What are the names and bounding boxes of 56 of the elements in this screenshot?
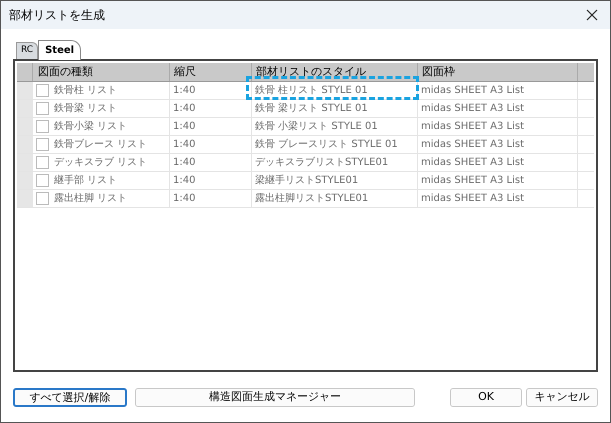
table-cell-text: 1:40 [173,84,196,98]
table-cell-text: 鉄骨梁 リスト [54,102,118,116]
checkbox[interactable] [36,120,49,133]
checkbox[interactable] [36,84,49,97]
checkbox[interactable] [36,192,49,205]
button[interactable]: OK [450,388,522,406]
table-cell-text: 梁継手リストSTYLE01 [255,174,358,188]
row-header [17,82,33,99]
table-cell-text: 1:40 [173,192,196,206]
window-title: 部材リストを生成 [9,7,105,24]
table-cell-text: 鉄骨 梁リスト STYLE 01 [255,102,368,116]
table-row[interactable]: 継手部 リスト 1:40 梁継手リストSTYLE01 midas SHEET A3 List [17,172,594,190]
button[interactable]: すべて選択/解除 [13,388,127,406]
checkbox[interactable] [36,138,49,151]
column-header: 図面の種類 [33,63,170,81]
tab[interactable]: Steel [38,40,82,60]
table-cell-text: 露出柱脚 リスト [54,192,128,206]
column-header: 縮尺 [170,63,252,81]
checkbox[interactable] [36,156,49,169]
table-cell-text: midas SHEET A3 List [421,138,524,152]
table-cell-text: 鉄骨小梁 リスト [54,120,128,134]
table-cell-text: デッキスラブリストSTYLE01 [255,156,388,170]
table-cell-text: 鉄骨 柱リスト STYLE 01 [255,84,368,98]
table-cell-text: midas SHEET A3 List [421,192,524,206]
table-cell-text: 鉄骨 ブレースリスト STYLE 01 [255,138,398,152]
table-cell-text: 鉄骨 小梁リスト STYLE 01 [255,120,378,134]
table-cell-text: 鉄骨ブレース リスト [54,138,148,152]
table-cell-text: デッキスラブ リスト [54,156,148,170]
table-row[interactable]: 鉄骨小梁 リスト 1:40 鉄骨 小梁リスト STYLE 01 midas SHEET A3 List [17,118,594,136]
button[interactable]: キャンセル [526,388,598,406]
table-row[interactable]: 鉄骨柱 リスト 1:40 鉄骨 柱リスト STYLE 01 midas SHEET A3 List [17,82,594,100]
table-cell-text: midas SHEET A3 List [421,102,524,116]
table-cell-text: 1:40 [173,138,196,152]
table-cell-text: 1:40 [173,156,196,170]
table-cell-text: 鉄骨柱 リスト [54,84,118,98]
column-header: 部材リストのスタイル [252,63,418,81]
table-row[interactable]: 鉄骨梁 リスト 1:40 鉄骨 梁リスト STYLE 01 midas SHEET A3 List [17,100,594,118]
checkbox[interactable] [36,102,49,115]
table-row[interactable]: 鉄骨ブレース リスト 1:40 鉄骨 ブレースリスト STYLE 01 midas SHEET A3 List [17,136,594,154]
table-row[interactable]: 露出柱脚 リスト 1:40 露出柱脚リストSTYLE01 midas SHEET A3 List [17,190,594,208]
close-icon[interactable] [586,9,598,21]
column-header: 図面枠 [418,63,578,81]
button[interactable]: 構造図面生成マネージャー [135,388,415,406]
row-header [17,190,33,207]
table-cell-text: 1:40 [173,102,196,116]
table-cell-text: 1:40 [173,120,196,134]
table-row[interactable]: デッキスラブ リスト 1:40 デッキスラブリストSTYLE01 midas SHEET A3 List [17,154,594,172]
table-cell-text: 継手部 リスト [54,174,118,188]
table-cell-text: midas SHEET A3 List [421,120,524,134]
table-cell-text: midas SHEET A3 List [421,84,524,98]
table-cell-text: 露出柱脚リストSTYLE01 [255,192,368,206]
tab[interactable]: RC [16,42,38,59]
checkbox[interactable] [36,174,49,187]
table-cell-text: midas SHEET A3 List [421,156,524,170]
table-cell-text: midas SHEET A3 List [421,174,524,188]
table-cell-text: 1:40 [173,174,196,188]
